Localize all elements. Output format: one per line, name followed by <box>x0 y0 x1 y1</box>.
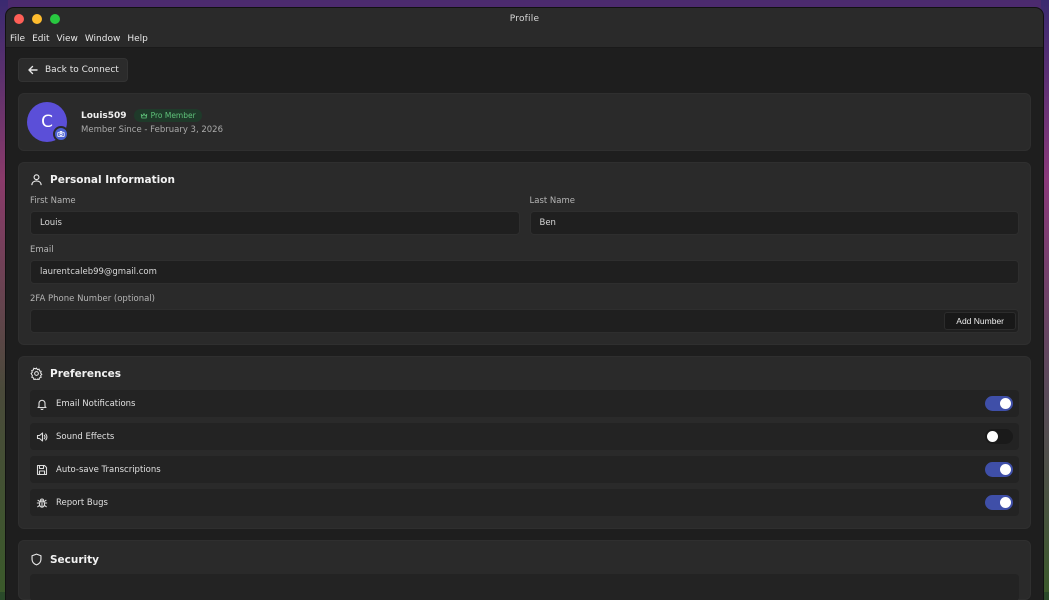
pref-label: Email Notifications <box>56 398 136 409</box>
speaker-icon <box>36 431 48 442</box>
preferences-header: Preferences <box>30 367 1019 380</box>
first-name-field[interactable]: Louis <box>30 211 520 235</box>
add-number-button[interactable]: Add Number <box>944 312 1016 330</box>
avatar[interactable]: C <box>27 102 69 142</box>
bell-icon <box>37 399 47 410</box>
menu-edit[interactable]: Edit <box>32 34 49 44</box>
personal-information-header: Personal Information <box>30 173 1019 186</box>
shield-icon <box>31 553 42 566</box>
back-to-connect-button[interactable]: Back to Connect <box>18 58 128 82</box>
menu-view[interactable]: View <box>57 34 78 44</box>
username: Louis509 <box>81 110 127 121</box>
gear-icon <box>30 367 43 380</box>
menu-window[interactable]: Window <box>85 34 121 44</box>
member-since: Member Since - February 3, 2026 <box>81 125 223 135</box>
first-name-group: First Name Louis <box>30 196 520 235</box>
phone-field[interactable]: Add Number <box>30 309 1019 333</box>
pro-badge-label: Pro Member <box>150 111 196 120</box>
personal-information-title: Personal Information <box>50 173 175 186</box>
pref-sound-effects: Sound Effects <box>30 423 1019 450</box>
camera-icon <box>57 131 65 138</box>
pref-auto-save: Auto-save Transcriptions <box>30 456 1019 483</box>
menu-file[interactable]: File <box>10 34 25 44</box>
back-button-label: Back to Connect <box>45 65 119 75</box>
email-notifications-toggle[interactable] <box>985 396 1013 411</box>
maximize-window-button[interactable] <box>50 14 60 24</box>
app-window: Profile File Edit View Window Help Back … <box>6 8 1043 600</box>
profile-card: C Louis509 Pro Member Member Since - Feb… <box>18 93 1031 151</box>
pref-report-bugs: Report Bugs <box>30 489 1019 516</box>
bug-icon <box>36 498 48 508</box>
pref-label: Auto-save Transcriptions <box>56 464 161 475</box>
preferences-card: Preferences Email Notifications Sound Ef… <box>18 356 1031 529</box>
email-field[interactable]: laurentcaleb99@gmail.com <box>30 260 1019 284</box>
crown-icon <box>140 112 147 118</box>
pro-member-badge: Pro Member <box>133 109 202 122</box>
last-name-field[interactable]: Ben <box>529 211 1019 235</box>
menu-help[interactable]: Help <box>127 34 148 44</box>
profile-info: Louis509 Pro Member Member Since - Febru… <box>81 109 223 135</box>
auto-save-toggle[interactable] <box>985 462 1013 477</box>
personal-information-card: Personal Information First Name Louis La… <box>18 162 1031 345</box>
phone-label: 2FA Phone Number (optional) <box>30 294 155 304</box>
profile-name-row: Louis509 Pro Member <box>81 109 223 122</box>
email-label: Email <box>30 245 54 255</box>
last-name-label: Last Name <box>529 196 575 206</box>
security-header: Security <box>30 553 1019 566</box>
name-fields-row: First Name Louis Last Name Ben <box>30 196 1019 235</box>
last-name-group: Last Name Ben <box>529 196 1019 235</box>
menu-bar: File Edit View Window Help <box>6 30 1043 48</box>
report-bugs-toggle[interactable] <box>985 495 1013 510</box>
minimize-window-button[interactable] <box>32 14 42 24</box>
pref-label: Report Bugs <box>56 497 108 508</box>
email-group: Email laurentcaleb99@gmail.com <box>30 245 1019 284</box>
change-avatar-button[interactable] <box>53 126 69 142</box>
window-controls <box>14 14 60 24</box>
pref-label: Sound Effects <box>56 431 115 442</box>
security-card: Security <box>18 540 1031 600</box>
close-window-button[interactable] <box>14 14 24 24</box>
security-row <box>30 574 1019 600</box>
sound-effects-toggle[interactable] <box>985 429 1013 444</box>
save-icon <box>36 464 48 475</box>
title-bar: Profile <box>6 8 1043 30</box>
avatar-letter: C <box>41 112 53 132</box>
preferences-title: Preferences <box>50 367 122 380</box>
first-name-label: First Name <box>30 196 76 206</box>
user-icon <box>31 174 42 186</box>
arrow-left-icon <box>28 65 38 75</box>
phone-group: 2FA Phone Number (optional) Add Number <box>30 294 1019 333</box>
window-title: Profile <box>509 14 540 24</box>
pref-email-notifications: Email Notifications <box>30 390 1019 417</box>
security-title: Security <box>50 553 100 566</box>
main-content: Back to Connect C Louis509 Pro Member Me… <box>6 48 1043 600</box>
